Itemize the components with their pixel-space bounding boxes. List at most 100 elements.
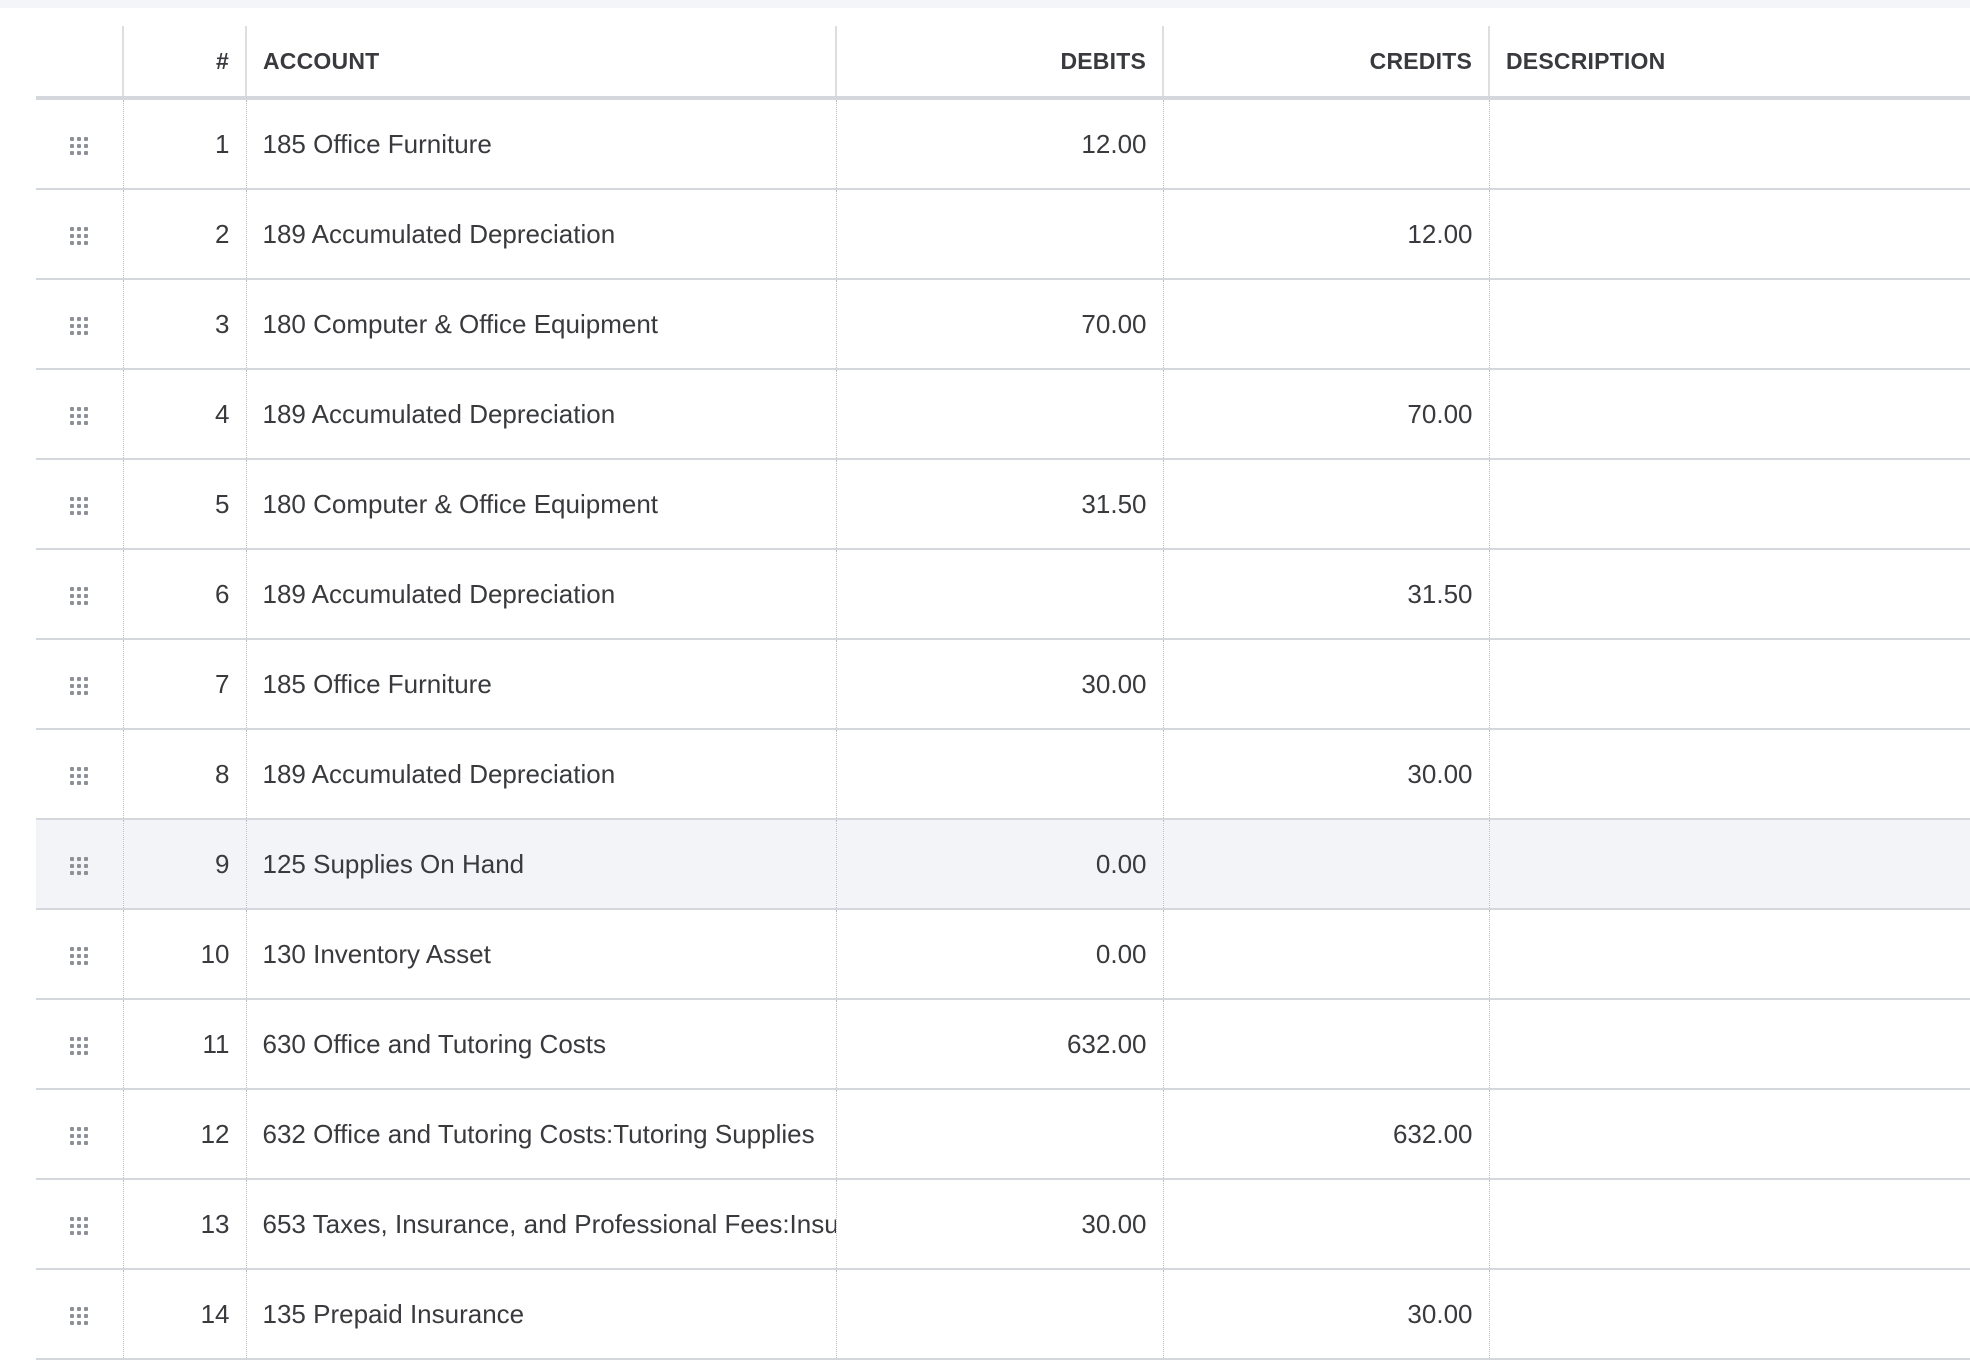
drag-handle-icon[interactable] — [70, 406, 89, 425]
account-cell[interactable]: 189 Accumulated Depreciation — [245, 549, 836, 640]
description-cell[interactable] — [1488, 189, 1970, 280]
drag-handle-icon[interactable] — [70, 226, 89, 245]
description-cell[interactable] — [1488, 459, 1970, 550]
drag-handle-cell[interactable] — [36, 1089, 123, 1180]
table-row[interactable]: 11 630 Office and Tutoring Costs 632.00 — [36, 999, 1970, 1090]
table-row[interactable]: 6 189 Accumulated Depreciation 31.50 — [36, 549, 1970, 640]
table-row[interactable]: 8 189 Accumulated Depreciation 30.00 — [36, 729, 1970, 820]
account-cell[interactable]: 632 Office and Tutoring Costs:Tutoring S… — [245, 1089, 836, 1180]
description-cell[interactable] — [1488, 999, 1970, 1090]
account-cell[interactable]: 189 Accumulated Depreciation — [245, 729, 836, 820]
table-row[interactable]: 2 189 Accumulated Depreciation 12.00 — [36, 189, 1970, 280]
debit-cell[interactable]: 31.50 — [835, 459, 1163, 550]
description-cell[interactable] — [1488, 1179, 1970, 1270]
drag-handle-icon[interactable] — [70, 1036, 89, 1055]
drag-handle-icon[interactable] — [70, 586, 89, 605]
debit-cell[interactable]: 0.00 — [835, 909, 1163, 1000]
account-cell[interactable]: 180 Computer & Office Equipment — [245, 459, 836, 550]
debit-cell[interactable] — [835, 1269, 1163, 1360]
drag-handle-icon[interactable] — [70, 136, 89, 155]
debit-cell[interactable] — [835, 369, 1163, 460]
drag-handle-icon[interactable] — [70, 1306, 89, 1325]
drag-handle-icon[interactable] — [70, 316, 89, 335]
account-cell[interactable]: 125 Supplies On Hand — [245, 819, 836, 910]
table-row[interactable]: 4 189 Accumulated Depreciation 70.00 — [36, 369, 1970, 460]
account-cell[interactable]: 185 Office Furniture — [245, 98, 836, 190]
drag-handle-icon[interactable] — [70, 496, 89, 515]
column-header-account[interactable]: ACCOUNT — [245, 26, 836, 100]
credit-cell[interactable] — [1162, 639, 1489, 730]
table-row[interactable]: 10 130 Inventory Asset 0.00 — [36, 909, 1970, 1000]
account-cell[interactable]: 630 Office and Tutoring Costs — [245, 999, 836, 1090]
description-cell[interactable] — [1488, 369, 1970, 460]
drag-handle-cell[interactable] — [36, 729, 123, 820]
description-cell[interactable] — [1488, 729, 1970, 820]
description-cell[interactable] — [1488, 1269, 1970, 1360]
description-cell[interactable] — [1488, 819, 1970, 910]
account-cell[interactable]: 185 Office Furniture — [245, 639, 836, 730]
debit-cell[interactable] — [835, 189, 1163, 280]
debit-cell[interactable]: 30.00 — [835, 1179, 1163, 1270]
account-cell[interactable]: 189 Accumulated Depreciation — [245, 189, 836, 280]
credit-cell[interactable] — [1162, 909, 1489, 1000]
credit-cell[interactable] — [1162, 459, 1489, 550]
drag-handle-cell[interactable] — [36, 369, 123, 460]
table-row[interactable]: 1 185 Office Furniture 12.00 — [36, 98, 1970, 190]
drag-handle-cell[interactable] — [36, 639, 123, 730]
credit-cell[interactable]: 70.00 — [1162, 369, 1489, 460]
account-cell[interactable]: 653 Taxes, Insurance, and Professional F… — [245, 1179, 836, 1270]
drag-handle-icon[interactable] — [70, 946, 89, 965]
table-row[interactable]: 3 180 Computer & Office Equipment 70.00 — [36, 279, 1970, 370]
debit-cell[interactable]: 70.00 — [835, 279, 1163, 370]
drag-handle-icon[interactable] — [70, 766, 89, 785]
drag-handle-icon[interactable] — [70, 676, 89, 695]
column-header-debits[interactable]: DEBITS — [835, 26, 1163, 100]
debit-cell[interactable] — [835, 1089, 1163, 1180]
description-cell[interactable] — [1488, 279, 1970, 370]
table-row[interactable]: 12 632 Office and Tutoring Costs:Tutoring… — [36, 1089, 1970, 1180]
account-cell[interactable]: 135 Prepaid Insurance — [245, 1269, 836, 1360]
debit-cell[interactable]: 30.00 — [835, 639, 1163, 730]
drag-handle-cell[interactable] — [36, 189, 123, 280]
description-cell[interactable] — [1488, 639, 1970, 730]
debit-cell[interactable]: 632.00 — [835, 999, 1163, 1090]
table-row[interactable]: 5 180 Computer & Office Equipment 31.50 — [36, 459, 1970, 550]
description-cell[interactable] — [1488, 1089, 1970, 1180]
account-cell[interactable]: 189 Accumulated Depreciation — [245, 369, 836, 460]
credit-cell[interactable] — [1162, 819, 1489, 910]
description-cell[interactable] — [1488, 549, 1970, 640]
description-cell[interactable] — [1488, 98, 1970, 190]
debit-cell[interactable]: 0.00 — [835, 819, 1163, 910]
credit-cell[interactable]: 12.00 — [1162, 189, 1489, 280]
drag-handle-cell[interactable] — [36, 909, 123, 1000]
drag-handle-cell[interactable] — [36, 98, 123, 190]
account-cell[interactable]: 180 Computer & Office Equipment — [245, 279, 836, 370]
drag-handle-cell[interactable] — [36, 459, 123, 550]
account-cell[interactable]: 130 Inventory Asset — [245, 909, 836, 1000]
debit-cell[interactable] — [835, 729, 1163, 820]
column-header-credits[interactable]: CREDITS — [1162, 26, 1489, 100]
debit-cell[interactable] — [835, 549, 1163, 640]
drag-handle-cell[interactable] — [36, 549, 123, 640]
drag-handle-icon[interactable] — [70, 1126, 89, 1145]
credit-cell[interactable] — [1162, 98, 1489, 190]
drag-handle-cell[interactable] — [36, 1269, 123, 1360]
table-row[interactable]: 7 185 Office Furniture 30.00 — [36, 639, 1970, 730]
table-row[interactable]: 14 135 Prepaid Insurance 30.00 — [36, 1269, 1970, 1360]
drag-handle-cell[interactable] — [36, 1179, 123, 1270]
table-row[interactable]: 9 125 Supplies On Hand 0.00 — [36, 819, 1970, 910]
description-cell[interactable] — [1488, 909, 1970, 1000]
drag-handle-cell[interactable] — [36, 999, 123, 1090]
drag-handle-cell[interactable] — [36, 819, 123, 910]
credit-cell[interactable] — [1162, 1179, 1489, 1270]
table-row[interactable]: 13 653 Taxes, Insurance, and Professional… — [36, 1179, 1970, 1270]
drag-handle-cell[interactable] — [36, 279, 123, 370]
drag-handle-icon[interactable] — [70, 1216, 89, 1235]
credit-cell[interactable] — [1162, 279, 1489, 370]
credit-cell[interactable] — [1162, 999, 1489, 1090]
credit-cell[interactable]: 632.00 — [1162, 1089, 1489, 1180]
credit-cell[interactable]: 30.00 — [1162, 729, 1489, 820]
drag-handle-icon[interactable] — [70, 856, 89, 875]
credit-cell[interactable]: 30.00 — [1162, 1269, 1489, 1360]
credit-cell[interactable]: 31.50 — [1162, 549, 1489, 640]
